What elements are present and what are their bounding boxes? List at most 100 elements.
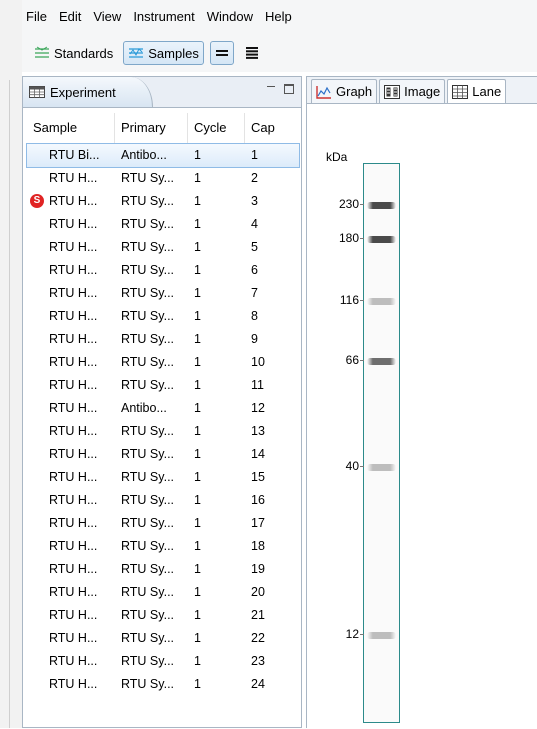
marker-label: 230 bbox=[338, 197, 359, 211]
menu-help[interactable]: Help bbox=[259, 0, 298, 34]
cell-cycle: 1 bbox=[194, 355, 201, 369]
marker-band bbox=[367, 632, 396, 639]
cell-cap: 24 bbox=[251, 677, 265, 691]
cell-sample: RTU H... bbox=[49, 263, 98, 277]
samples-button[interactable]: Samples bbox=[123, 41, 204, 65]
column-header-cap[interactable]: Cap bbox=[245, 113, 299, 143]
table-row[interactable]: RTU H... RTU Sy... 1 7 bbox=[27, 282, 299, 305]
cell-primary: RTU Sy... bbox=[121, 263, 175, 277]
graph-icon bbox=[316, 85, 331, 99]
menu-bar: File Edit View Instrument Window Help bbox=[22, 0, 537, 34]
cell-cap: 23 bbox=[251, 654, 265, 668]
menu-instrument[interactable]: Instrument bbox=[127, 0, 200, 34]
table-row[interactable]: RTU H... Antibo... 1 12 bbox=[27, 397, 299, 420]
table-row[interactable]: RTU H... RTU Sy... 1 22 bbox=[27, 627, 299, 650]
lane-icon bbox=[452, 84, 469, 99]
menu-view[interactable]: View bbox=[87, 0, 127, 34]
table-row[interactable]: RTU H... RTU Sy... 1 10 bbox=[27, 351, 299, 374]
single-line-icon bbox=[215, 50, 228, 56]
unit-label: kDa bbox=[326, 150, 348, 164]
cell-primary: RTU Sy... bbox=[121, 562, 175, 576]
table-row[interactable]: RTU H... RTU Sy... 1 20 bbox=[27, 581, 299, 604]
cell-primary: RTU Sy... bbox=[121, 493, 175, 507]
table-row[interactable]: RTU H... RTU Sy... 1 14 bbox=[27, 443, 299, 466]
cell-cap: 11 bbox=[251, 378, 264, 392]
marker-tick bbox=[360, 238, 364, 239]
cell-cap: 17 bbox=[251, 516, 265, 530]
standards-icon bbox=[34, 46, 50, 60]
table-row[interactable]: RTU H... RTU Sy... 1 8 bbox=[27, 305, 299, 328]
cell-cap: 18 bbox=[251, 539, 265, 553]
table-row[interactable]: S RTU H... RTU Sy... 1 3 bbox=[27, 190, 299, 213]
table-row[interactable]: RTU H... RTU Sy... 1 9 bbox=[27, 328, 299, 351]
table-row[interactable]: RTU H... RTU Sy... 1 2 bbox=[27, 167, 299, 190]
cell-cap: 12 bbox=[251, 401, 265, 415]
table-row[interactable]: RTU H... RTU Sy... 1 13 bbox=[27, 420, 299, 443]
cell-sample: RTU H... bbox=[49, 355, 98, 369]
tab-graph[interactable]: Graph bbox=[311, 79, 378, 103]
multi-line-view-toggle[interactable] bbox=[240, 41, 264, 65]
cell-cap: 8 bbox=[251, 309, 258, 323]
table-row[interactable]: RTU H... RTU Sy... 1 19 bbox=[27, 558, 299, 581]
cell-cycle: 1 bbox=[194, 263, 201, 277]
marker-label: 40 bbox=[345, 459, 359, 473]
cell-primary: RTU Sy... bbox=[121, 447, 175, 461]
table-row[interactable]: RTU H... RTU Sy... 1 21 bbox=[27, 604, 299, 627]
cell-sample: RTU H... bbox=[49, 424, 98, 438]
menu-window[interactable]: Window bbox=[201, 0, 259, 34]
cell-cycle: 1 bbox=[194, 148, 201, 162]
maximize-icon[interactable] bbox=[283, 83, 295, 95]
column-header-cycle[interactable]: Cycle bbox=[188, 113, 245, 143]
cell-primary: Antibo... bbox=[121, 401, 167, 415]
experiment-tab[interactable]: Experiment bbox=[23, 77, 153, 107]
table-row[interactable]: RTU H... RTU Sy... 1 24 bbox=[27, 673, 299, 696]
single-line-view-toggle[interactable] bbox=[209, 41, 234, 65]
cell-cycle: 1 bbox=[194, 677, 201, 691]
table-row[interactable]: RTU H... RTU Sy... 1 15 bbox=[27, 466, 299, 489]
tab-image[interactable]: Image bbox=[379, 79, 446, 103]
minimize-icon[interactable] bbox=[265, 83, 277, 95]
cell-sample: RTU H... bbox=[49, 516, 98, 530]
menu-edit[interactable]: Edit bbox=[53, 0, 87, 34]
cell-cycle: 1 bbox=[194, 309, 201, 323]
table-row[interactable]: RTU Bi... Antibo... 1 1 bbox=[26, 143, 300, 168]
lane-strip bbox=[363, 163, 400, 723]
menu-file[interactable]: File bbox=[22, 0, 53, 34]
cell-cap: 9 bbox=[251, 332, 258, 346]
table-body: RTU Bi... Antibo... 1 1 RTU H... RTU Sy... 1 2 S… bbox=[26, 143, 300, 696]
cell-cap: 22 bbox=[251, 631, 265, 645]
cell-primary: RTU Sy... bbox=[121, 516, 175, 530]
table-row[interactable]: RTU H... RTU Sy... 1 23 bbox=[27, 650, 299, 673]
standard-flag-icon: S bbox=[30, 194, 44, 208]
table-row[interactable]: RTU H... RTU Sy... 1 17 bbox=[27, 512, 299, 535]
cell-sample: RTU H... bbox=[49, 539, 98, 553]
table-row[interactable]: RTU H... RTU Sy... 1 4 bbox=[27, 213, 299, 236]
samples-table: Sample Primary Cycle Cap RTU Bi... Antibo… bbox=[26, 113, 300, 696]
column-header-sample[interactable]: Sample bbox=[27, 113, 115, 143]
marker-tick bbox=[360, 300, 364, 301]
cell-cap: 7 bbox=[251, 286, 258, 300]
table-row[interactable]: RTU H... RTU Sy... 1 16 bbox=[27, 489, 299, 512]
table-row[interactable]: RTU H... RTU Sy... 1 5 bbox=[27, 236, 299, 259]
cell-cap: 13 bbox=[251, 424, 265, 438]
column-header-primary[interactable]: Primary bbox=[115, 113, 188, 143]
cell-primary: RTU Sy... bbox=[121, 332, 175, 346]
tab-lane[interactable]: Lane bbox=[447, 79, 507, 103]
cell-sample: RTU H... bbox=[49, 447, 98, 461]
marker-tick bbox=[360, 360, 364, 361]
table-row[interactable]: RTU H... RTU Sy... 1 11 bbox=[27, 374, 299, 397]
standards-button[interactable]: Standards bbox=[30, 41, 117, 65]
table-row[interactable]: RTU H... RTU Sy... 1 6 bbox=[27, 259, 299, 282]
cell-cycle: 1 bbox=[194, 194, 201, 208]
table-row[interactable]: RTU H... RTU Sy... 1 18 bbox=[27, 535, 299, 558]
cell-cycle: 1 bbox=[194, 608, 201, 622]
image-icon bbox=[384, 84, 401, 99]
cell-cycle: 1 bbox=[194, 401, 201, 415]
cell-cap: 6 bbox=[251, 263, 258, 277]
marker-label: 116 bbox=[339, 293, 359, 307]
table-icon bbox=[29, 86, 45, 98]
experiment-tab-label: Experiment bbox=[50, 84, 116, 100]
cell-cycle: 1 bbox=[194, 424, 201, 438]
cell-cycle: 1 bbox=[194, 332, 201, 346]
tab-graph-label: Graph bbox=[336, 84, 373, 99]
